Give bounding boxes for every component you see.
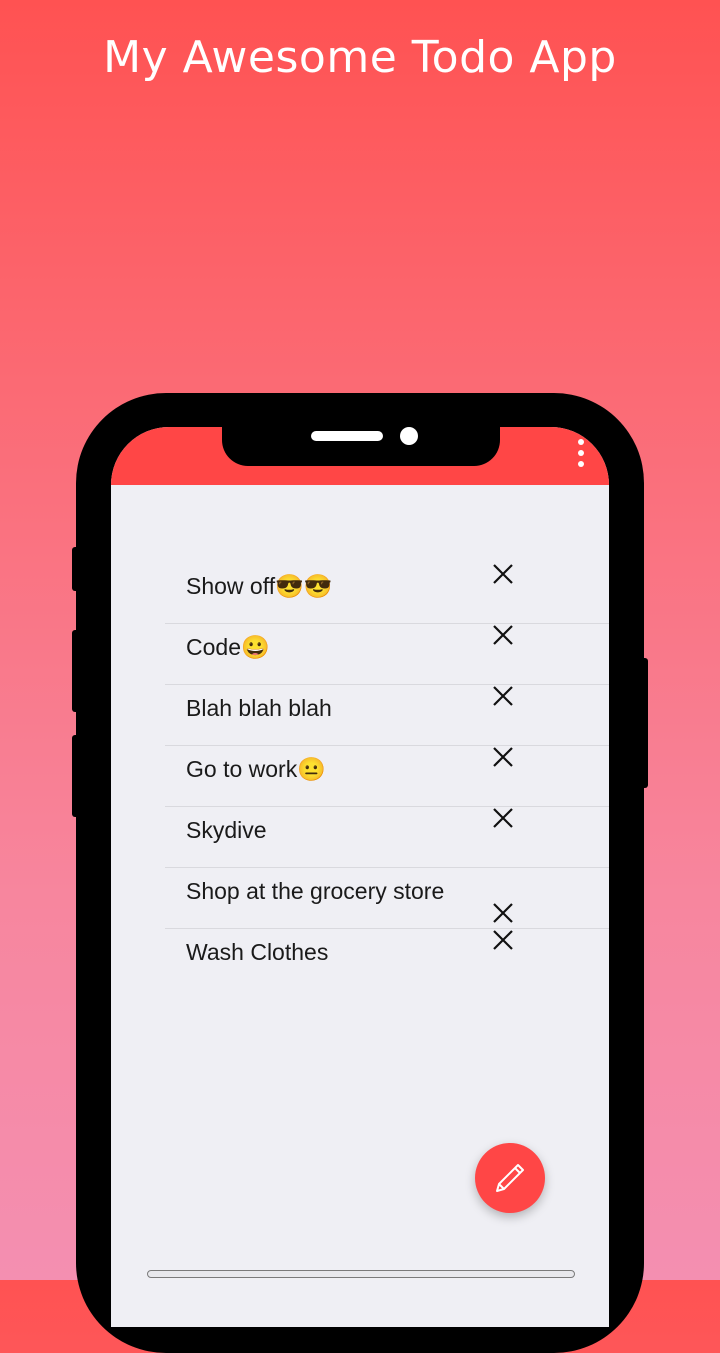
phone-speaker [311, 431, 383, 441]
close-icon[interactable] [492, 685, 514, 707]
todo-text: Wash Clothes [186, 939, 329, 965]
todo-item-skydive[interactable]: Skydive [165, 807, 609, 868]
close-icon[interactable] [492, 807, 514, 829]
close-icon[interactable] [492, 746, 514, 768]
more-vert-icon[interactable] [575, 439, 587, 467]
close-icon[interactable] [492, 929, 514, 951]
todo-text: Go to work😐 [186, 756, 326, 782]
todo-list: Show off😎😎 Code😀 Blah blah blah Go to wo… [165, 563, 609, 990]
close-icon[interactable] [492, 902, 514, 924]
todo-item-grocery[interactable]: Shop at the grocery store [165, 868, 609, 929]
todo-item-show-off[interactable]: Show off😎😎 [165, 563, 609, 624]
add-todo-button[interactable] [475, 1143, 545, 1213]
phone-frame: Show off😎😎 Code😀 Blah blah blah Go to wo… [76, 393, 644, 1353]
todo-item-go-to-work[interactable]: Go to work😐 [165, 746, 609, 807]
promo-title: My Awesome Todo App [103, 32, 617, 83]
todo-text: Blah blah blah [186, 695, 332, 721]
todo-text: Skydive [186, 817, 267, 843]
close-icon[interactable] [492, 624, 514, 646]
pencil-icon [496, 1164, 524, 1192]
menu-dot [578, 450, 584, 456]
phone-screen: Show off😎😎 Code😀 Blah blah blah Go to wo… [111, 427, 609, 1327]
todo-text: Code😀 [186, 634, 270, 660]
todo-text: Show off😎😎 [186, 573, 333, 599]
close-icon[interactable] [492, 563, 514, 585]
phone-notch [222, 427, 500, 466]
todo-item-code[interactable]: Code😀 [165, 624, 609, 685]
phone-camera [400, 427, 418, 445]
todo-item-wash-clothes[interactable]: Wash Clothes [165, 929, 609, 990]
todo-text: Shop at the grocery store [186, 878, 445, 904]
menu-dot [578, 461, 584, 467]
todo-item-blah[interactable]: Blah blah blah [165, 685, 609, 746]
menu-dot [578, 439, 584, 445]
home-indicator[interactable] [147, 1270, 575, 1278]
